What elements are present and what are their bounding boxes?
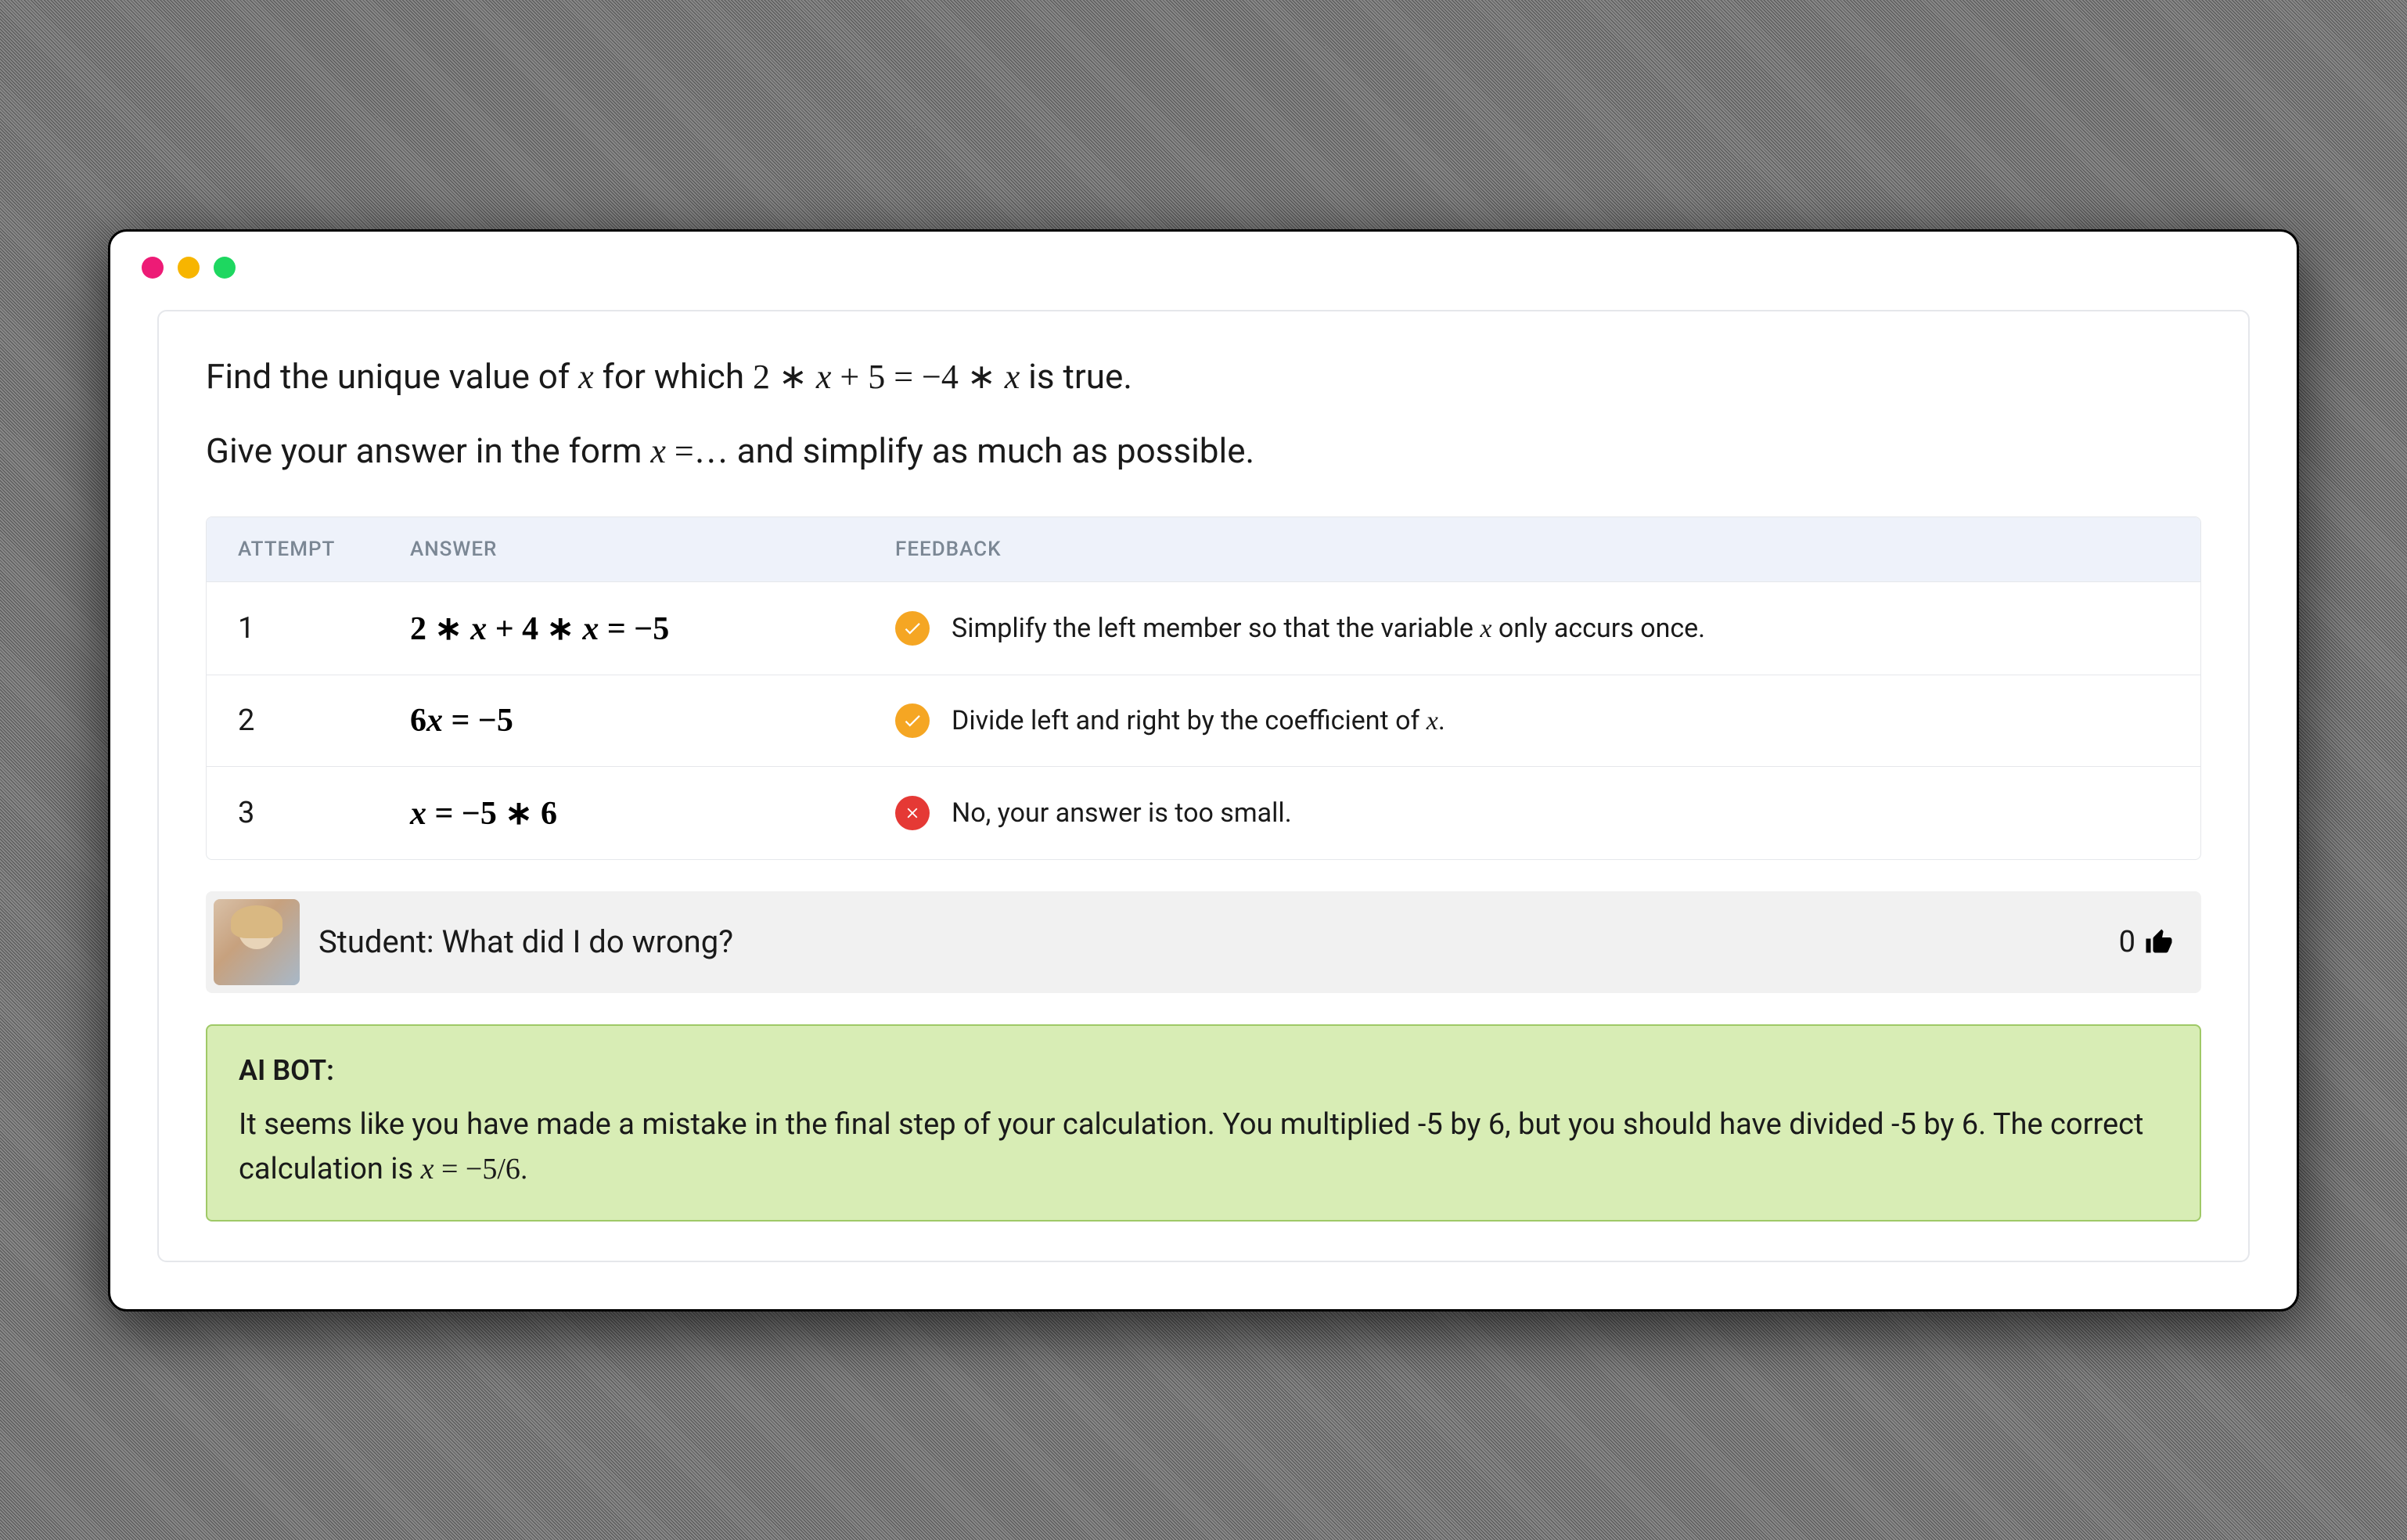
content-area: Find the unique value of x for which 2 ∗… xyxy=(110,294,2297,1309)
table-row: 1 2 ∗ x + 4 ∗ x = −5 Simplify the left m… xyxy=(207,581,2200,675)
header-feedback: FEEDBACK xyxy=(895,538,2169,561)
header-answer: ANSWER xyxy=(410,538,895,561)
problem-text-part: Give your answer in the form xyxy=(206,430,650,471)
attempt-number: 2 xyxy=(238,703,410,738)
student-message: Student: What did I do wrong? 0 xyxy=(206,891,2201,993)
math-form: x =… xyxy=(650,432,728,470)
likes-count: 0 xyxy=(2119,925,2135,959)
app-window: Find the unique value of x for which 2 ∗… xyxy=(108,229,2299,1312)
feedback-text: Divide left and right by the coefficient… xyxy=(952,705,1445,736)
bot-text: It seems like you have made a mistake in… xyxy=(239,1103,2168,1192)
table-header: ATTEMPT ANSWER FEEDBACK xyxy=(207,517,2200,581)
feedback-text: No, your answer is too small. xyxy=(952,797,1292,829)
problem-text-part: is true. xyxy=(1028,356,1132,397)
feedback-cell: No, your answer is too small. xyxy=(895,796,2169,830)
problem-text-part: Find the unique value of xyxy=(206,356,578,397)
attempts-table: ATTEMPT ANSWER FEEDBACK 1 2 ∗ x + 4 ∗ x … xyxy=(206,516,2201,860)
thumbs-up-icon xyxy=(2145,928,2173,956)
math-equation: 2 ∗ x + 5 = −4 ∗ x xyxy=(753,358,1020,396)
table-row: 3 x = −5 ∗ 6 No, your answer is too smal… xyxy=(207,766,2200,859)
student-avatar xyxy=(214,899,300,985)
header-attempt: ATTEMPT xyxy=(238,538,410,561)
problem-line-2: Give your answer in the form x =… and si… xyxy=(206,425,2201,477)
answer-math: 6x = −5 xyxy=(410,702,895,739)
exercise-card: Find the unique value of x for which 2 ∗… xyxy=(157,310,2250,1262)
check-icon xyxy=(895,611,930,646)
math-answer: x = −5/6 xyxy=(421,1153,520,1186)
table-row: 2 6x = −5 Divide left and right by the c… xyxy=(207,675,2200,766)
student-question-text: Student: What did I do wrong? xyxy=(318,923,2100,960)
feedback-text: Simplify the left member so that the var… xyxy=(952,613,1705,644)
feedback-cell: Divide left and right by the coefficient… xyxy=(895,703,2169,738)
bot-response: AI BOT: It seems like you have made a mi… xyxy=(206,1024,2201,1222)
answer-math: x = −5 ∗ 6 xyxy=(410,793,895,833)
error-icon xyxy=(895,796,930,830)
titlebar xyxy=(110,232,2297,294)
minimize-window-button[interactable] xyxy=(178,257,200,279)
bot-label: AI BOT: xyxy=(239,1054,2168,1087)
problem-line-1: Find the unique value of x for which 2 ∗… xyxy=(206,351,2201,403)
likes-counter[interactable]: 0 xyxy=(2119,925,2173,959)
feedback-cell: Simplify the left member so that the var… xyxy=(895,611,2169,646)
math-variable: x xyxy=(578,358,594,396)
maximize-window-button[interactable] xyxy=(214,257,236,279)
problem-text-part: and simplify as much as possible. xyxy=(737,430,1254,471)
attempt-number: 3 xyxy=(238,796,410,830)
check-icon xyxy=(895,703,930,738)
answer-math: 2 ∗ x + 4 ∗ x = −5 xyxy=(410,609,895,648)
close-window-button[interactable] xyxy=(142,257,164,279)
attempt-number: 1 xyxy=(238,611,410,646)
problem-text-part: for which xyxy=(603,356,753,397)
